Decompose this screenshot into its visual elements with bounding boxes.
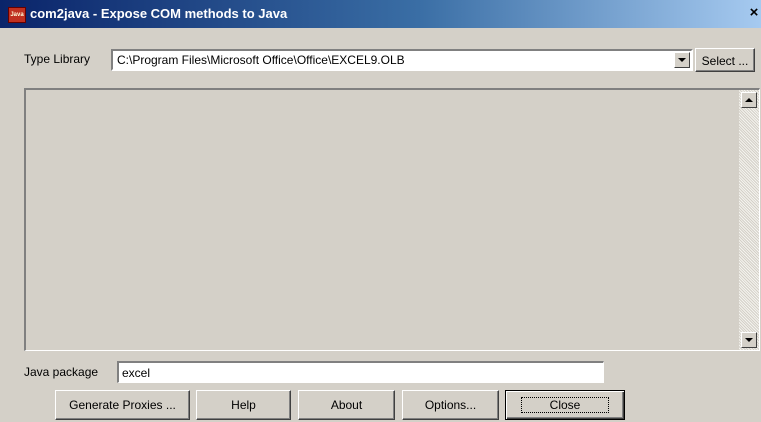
generate-proxies-button[interactable]: Generate Proxies ... [55,390,190,420]
scroll-up-button[interactable] [741,92,757,108]
close-button[interactable]: Close [505,390,625,420]
arrow-up-icon [745,98,753,102]
window-title: com2java - Expose COM methods to Java [30,6,288,21]
java-app-icon: Java [8,7,26,23]
type-library-combo[interactable]: C:\Program Files\Microsoft Office\Office… [111,49,693,71]
methods-list[interactable] [24,88,760,351]
java-package-input[interactable] [117,361,604,383]
about-button[interactable]: About [298,390,395,420]
title-bar[interactable]: Java com2java - Expose COM methods to Ja… [0,0,761,28]
help-button[interactable]: Help [196,390,291,420]
type-library-value: C:\Program Files\Microsoft Office\Office… [117,53,405,67]
vertical-scrollbar[interactable] [739,90,759,350]
close-button-label: Close [520,397,610,413]
chevron-down-icon [678,58,686,62]
select-button[interactable]: Select ... [695,48,755,72]
java-package-label: Java package [24,365,99,379]
scroll-down-button[interactable] [741,332,757,348]
dropdown-button[interactable] [674,52,690,68]
arrow-down-icon [745,338,753,342]
type-library-label: Type Library [24,52,91,66]
close-icon[interactable]: × [747,4,761,22]
options-button[interactable]: Options... [402,390,499,420]
